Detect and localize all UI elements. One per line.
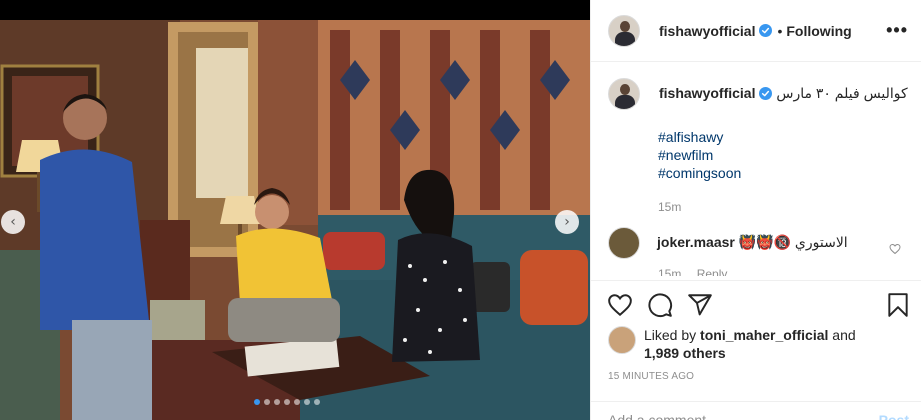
hashtag-list: #alfishawy #newfilm #comingsoon bbox=[658, 128, 911, 182]
comments-list[interactable]: fishawyofficial كواليس فيلم ٣٠ مارس #alf… bbox=[608, 78, 911, 276]
post-actions: Liked by toni_maher_official and 1,989 o… bbox=[591, 280, 921, 420]
add-comment-input[interactable] bbox=[608, 412, 848, 420]
caption-timestamp: 15m bbox=[658, 200, 682, 214]
post-timestamp[interactable]: 15 MINUTES AGO bbox=[608, 371, 694, 382]
like-comment-icon[interactable] bbox=[889, 243, 901, 255]
hashtag-link[interactable]: #newfilm bbox=[658, 146, 911, 164]
heart-icon[interactable] bbox=[607, 292, 633, 318]
comment-icon[interactable] bbox=[647, 292, 673, 318]
following-button[interactable]: Following bbox=[786, 23, 851, 39]
carousel-next-button[interactable]: › bbox=[555, 210, 579, 234]
follow-separator: • bbox=[777, 22, 783, 39]
hashtag-link[interactable]: #comingsoon bbox=[658, 164, 911, 182]
author-avatar[interactable] bbox=[608, 14, 640, 47]
caption-text: كواليس فيلم ٣٠ مارس bbox=[776, 85, 908, 101]
liker-username[interactable]: toni_maher_official bbox=[700, 327, 828, 343]
carousel-dot bbox=[304, 399, 310, 405]
comment-timestamp: 15m bbox=[658, 267, 682, 276]
caption-username[interactable]: fishawyofficial bbox=[659, 85, 755, 101]
likes-count[interactable]: 1,989 others bbox=[644, 345, 726, 361]
comment-meta: 15m Reply bbox=[658, 267, 911, 276]
carousel-dot bbox=[314, 399, 320, 405]
post-header: fishawyofficial • Following ••• bbox=[591, 0, 921, 62]
carousel-dot bbox=[264, 399, 270, 405]
carousel-prev-button[interactable]: ‹ bbox=[1, 210, 25, 234]
post-side-panel: fishawyofficial • Following ••• fishawyo… bbox=[590, 0, 921, 420]
more-options-button[interactable]: ••• bbox=[886, 20, 908, 41]
comment-item: joker.maasr الاستوري 🔞👹👹 bbox=[608, 227, 911, 259]
author-username[interactable]: fishawyofficial bbox=[659, 23, 755, 39]
commenter-avatar[interactable] bbox=[608, 227, 640, 259]
verified-badge-icon bbox=[759, 87, 773, 100]
liker-avatar[interactable] bbox=[608, 326, 636, 354]
carousel-dot bbox=[294, 399, 300, 405]
likes-prefix: Liked by bbox=[644, 327, 701, 343]
add-comment-bar: Post bbox=[591, 401, 921, 420]
reply-button[interactable]: Reply bbox=[697, 267, 728, 276]
comment-text: الاستوري 🔞👹👹 bbox=[738, 234, 848, 250]
carousel-indicator bbox=[254, 399, 320, 405]
commenter-username[interactable]: joker.maasr bbox=[657, 234, 735, 250]
chevron-left-icon: ‹ bbox=[10, 214, 16, 230]
post-media[interactable]: ‹ › bbox=[0, 0, 590, 420]
carousel-dot bbox=[254, 399, 260, 405]
carousel-dot bbox=[284, 399, 290, 405]
caption-author-avatar[interactable] bbox=[608, 78, 640, 110]
verified-badge-icon bbox=[759, 24, 773, 37]
likes-summary: Liked by toni_maher_official and 1,989 o… bbox=[608, 326, 856, 362]
caption: fishawyofficial كواليس فيلم ٣٠ مارس bbox=[608, 78, 911, 110]
likes-middle: and bbox=[828, 327, 856, 343]
hashtag-link[interactable]: #alfishawy bbox=[658, 128, 911, 146]
post-photo bbox=[0, 0, 590, 420]
post-comment-button[interactable]: Post bbox=[879, 412, 909, 420]
carousel-dot bbox=[274, 399, 280, 405]
chevron-right-icon: › bbox=[564, 214, 570, 230]
share-icon[interactable] bbox=[687, 292, 713, 318]
bookmark-icon[interactable] bbox=[885, 292, 911, 318]
